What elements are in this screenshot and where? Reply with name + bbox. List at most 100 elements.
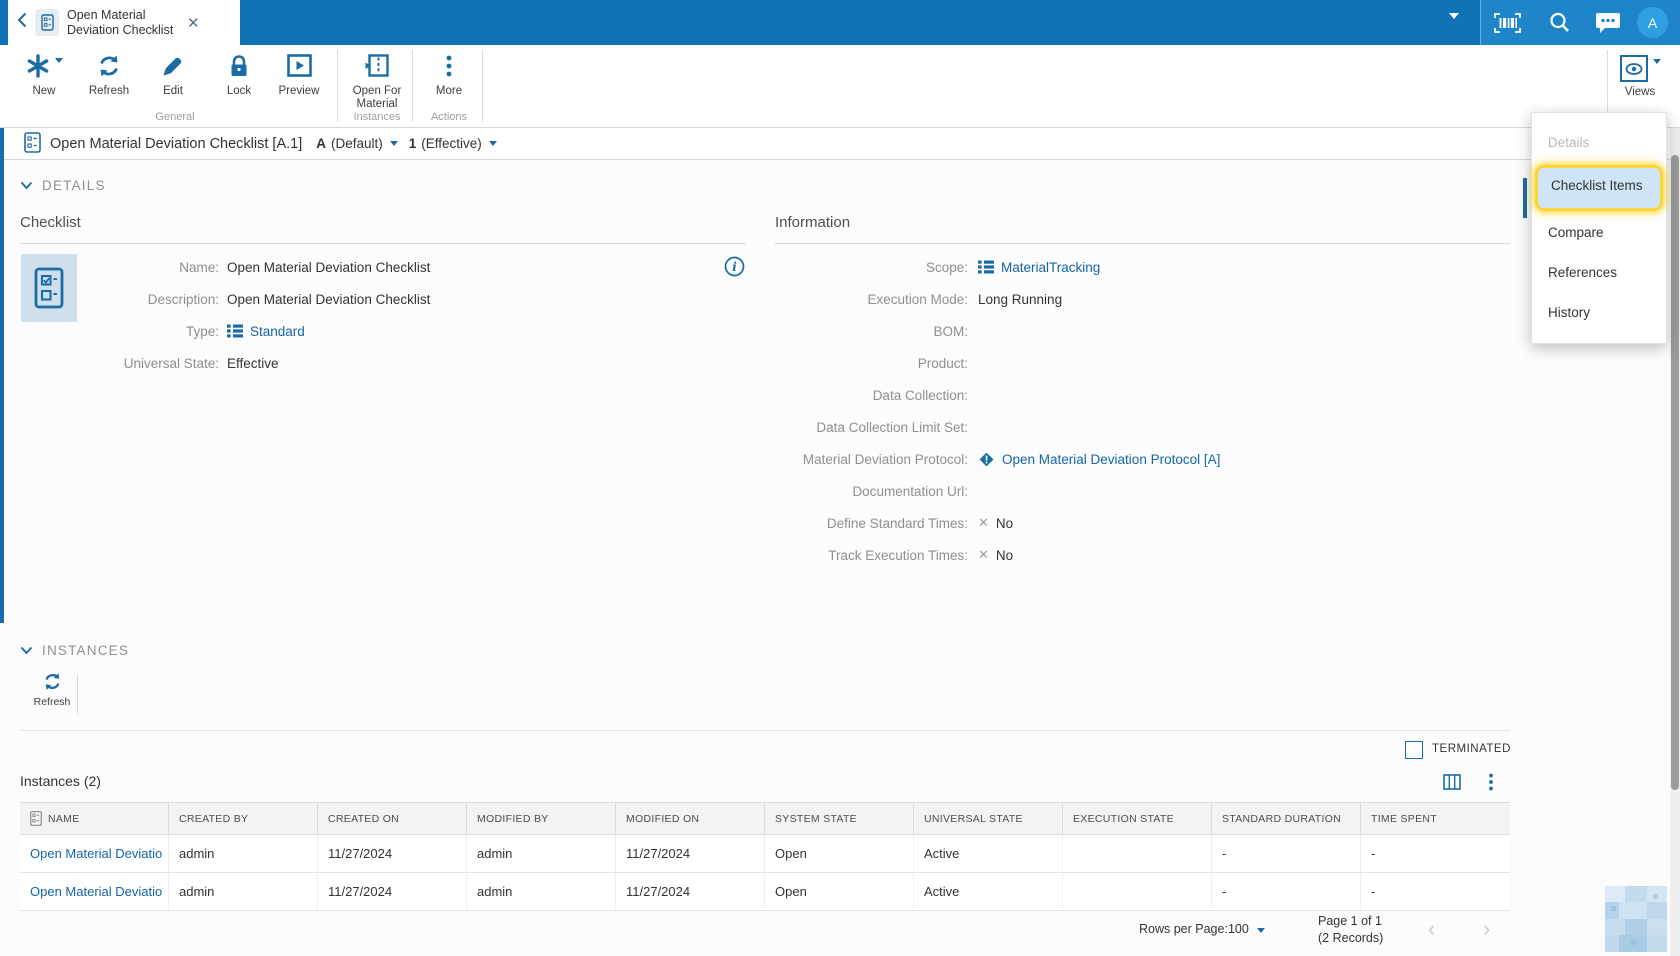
column-header[interactable]: CREATED BY — [169, 803, 318, 834]
column-header[interactable]: MODIFIED BY — [467, 803, 616, 834]
back-chevron-icon[interactable] — [17, 12, 27, 33]
x-mark-icon: ✕ — [978, 547, 989, 562]
open-document-tab[interactable]: Open Material Deviation Checklist ✕ — [8, 0, 240, 45]
field-type: Type: Standard — [185, 323, 305, 339]
toolbar-group-instances: Instances — [353, 111, 401, 123]
views-button[interactable]: Views — [1613, 55, 1667, 98]
user-avatar[interactable]: A — [1637, 7, 1668, 38]
search-icon[interactable] — [1548, 11, 1571, 39]
field-name: Name: Open Material Deviation Checklist — [179, 259, 431, 275]
left-accent-bar — [0, 128, 4, 623]
table-more-kebab-icon[interactable] — [1488, 773, 1494, 796]
views-dropdown-menu: Details Checklist Items Compare Referenc… — [1531, 112, 1667, 344]
collapse-chevron-icon — [20, 181, 33, 190]
field-data-collection: Data Collection: — [872, 387, 968, 403]
details-section-header[interactable]: DETAILS — [20, 178, 106, 193]
field-define-standard-times: Define Standard Times: ✕ No — [826, 515, 1014, 531]
column-header[interactable]: MODIFIED ON — [616, 803, 765, 834]
main-toolbar: New Refresh Edit Lock Preview Open For M… — [0, 45, 1680, 128]
column-header[interactable]: EXECUTION STATE — [1063, 803, 1212, 834]
new-button[interactable]: New — [12, 54, 76, 97]
breadcrumb-checklist-icon — [24, 131, 41, 156]
new-asterisk-icon — [12, 54, 76, 82]
rows-per-page-caret-icon[interactable] — [1257, 928, 1266, 933]
revision-value[interactable]: A — [316, 136, 326, 151]
column-header-name[interactable]: NAME — [20, 803, 169, 834]
more-kebab-icon — [421, 54, 477, 82]
field-track-execution-times: Track Execution Times: ✕ No — [828, 547, 1014, 563]
toolbar-group-general: General — [155, 111, 195, 123]
preview-button[interactable]: Preview — [267, 54, 331, 97]
scope-link[interactable]: MaterialTracking — [1001, 260, 1100, 275]
open-for-material-button[interactable]: Open For Material — [345, 54, 409, 111]
svg-text:i: i — [732, 260, 737, 274]
refresh-button[interactable]: Refresh — [77, 54, 141, 97]
menu-item-history[interactable]: History — [1532, 293, 1666, 333]
instances-table-title: Instances (2) — [20, 773, 101, 789]
checklist-document-icon — [35, 9, 59, 36]
column-header[interactable]: CREATED ON — [318, 803, 467, 834]
more-button[interactable]: More — [421, 54, 477, 97]
table-row[interactable]: Open Material Deviatio admin 11/27/2024 … — [20, 835, 1510, 873]
column-header[interactable]: SYSTEM STATE — [765, 803, 914, 834]
revision-dropdown-caret-icon[interactable] — [389, 141, 398, 146]
vertical-scrollbar-thumb[interactable] — [1671, 155, 1679, 790]
tab-title: Open Material Deviation Checklist — [67, 7, 174, 37]
views-eye-icon — [1619, 55, 1648, 82]
open-for-material-icon — [345, 54, 409, 82]
info-icon[interactable]: i — [724, 256, 745, 282]
lock-button[interactable]: Lock — [207, 54, 271, 97]
field-execution-mode: Execution Mode: Long Running — [867, 291, 1063, 307]
pencil-icon — [141, 54, 205, 82]
revision-note[interactable]: (Default) — [331, 136, 383, 151]
checklist-mini-icon — [30, 811, 42, 826]
instance-name-link[interactable]: Open Material Deviatio — [30, 846, 162, 861]
collapse-chevron-icon — [20, 646, 33, 655]
rows-per-page-control[interactable]: Rows per Page:100 — [1139, 922, 1266, 936]
column-chooser-icon[interactable] — [1443, 774, 1461, 795]
terminated-checkbox[interactable] — [1405, 741, 1423, 759]
instances-section-header[interactable]: INSTANCES — [20, 643, 129, 658]
checklist-panel-title: Checklist — [20, 214, 81, 231]
information-panel-divider — [775, 243, 1510, 244]
topbar-dropdown-chevron-icon[interactable] — [1449, 13, 1459, 37]
menu-item-checklist-items[interactable]: Checklist Items — [1535, 165, 1663, 211]
page-info: Page 1 of 1 (2 Records) — [1318, 914, 1384, 945]
menu-item-compare[interactable]: Compare — [1532, 213, 1666, 253]
instance-name-link[interactable]: Open Material Deviatio — [30, 884, 162, 899]
column-header[interactable]: UNIVERSAL STATE — [914, 803, 1063, 834]
new-dropdown-caret-icon — [54, 58, 63, 63]
refresh-icon — [45, 673, 59, 690]
information-panel-title: Information — [775, 214, 851, 231]
next-page-chevron-icon[interactable]: › — [1483, 918, 1490, 940]
terminated-label: TERMINATED — [1432, 743, 1511, 755]
version-value[interactable]: 1 — [409, 136, 417, 151]
views-dropdown-caret-icon — [1652, 59, 1661, 64]
version-note[interactable]: (Effective) — [421, 136, 482, 151]
column-header[interactable]: TIME SPENT — [1361, 803, 1510, 834]
field-bom: BOM: — [933, 323, 968, 339]
rows-per-page-value[interactable]: 100 — [1228, 922, 1249, 936]
edit-button[interactable]: Edit — [141, 54, 205, 97]
type-link[interactable]: Standard — [250, 324, 305, 339]
field-scope: Scope: MaterialTracking — [925, 259, 1101, 275]
protocol-link[interactable]: Open Material Deviation Protocol [A] — [1002, 452, 1220, 467]
list-icon — [978, 260, 994, 274]
top-bar — [0, 0, 1680, 45]
instances-refresh-button[interactable]: Refresh — [30, 672, 74, 708]
instances-table: NAME CREATED BY CREATED ON MODIFIED BY M… — [20, 802, 1510, 911]
menu-item-references[interactable]: References — [1532, 253, 1666, 293]
checklist-panel-divider — [20, 243, 746, 244]
column-header[interactable]: STANDARD DURATION — [1212, 803, 1361, 834]
field-product: Product: — [917, 355, 968, 371]
previous-page-chevron-icon[interactable]: ‹ — [1428, 918, 1435, 940]
barcode-scan-icon[interactable] — [1494, 12, 1521, 39]
version-dropdown-caret-icon[interactable] — [488, 141, 497, 146]
toolbar-separator — [337, 50, 338, 122]
field-material-deviation-protocol: Material Deviation Protocol: Open Materi… — [802, 451, 1221, 467]
close-tab-icon[interactable]: ✕ — [187, 14, 200, 32]
toolbar-separator — [412, 50, 413, 122]
chat-icon[interactable] — [1595, 12, 1621, 39]
top-bar-divider — [1480, 0, 1481, 45]
table-row[interactable]: Open Material Deviatio admin 11/27/2024 … — [20, 873, 1510, 911]
